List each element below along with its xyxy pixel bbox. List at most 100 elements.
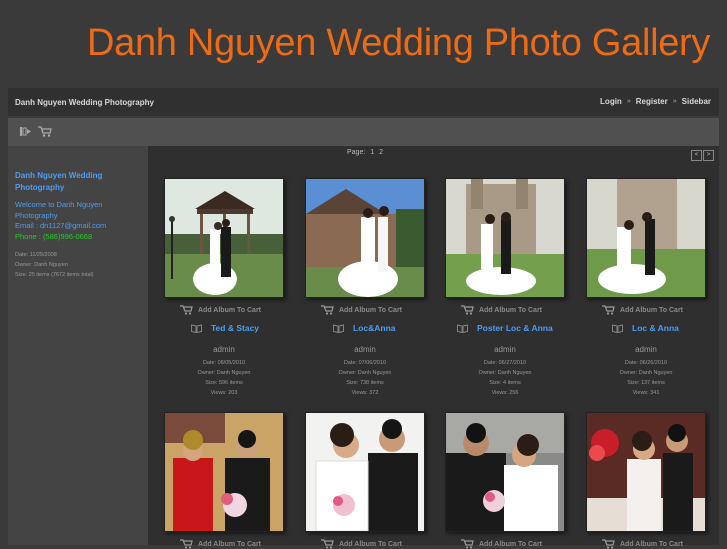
- site-title: Danh Nguyen Wedding Photo Gallery: [87, 22, 711, 64]
- album-title-link[interactable]: Ted & Stacy: [191, 323, 259, 333]
- add-album-to-cart[interactable]: Add Album To Cart: [602, 539, 683, 549]
- album-thumbnail[interactable]: [586, 412, 706, 532]
- add-album-to-cart[interactable]: Add Album To Cart: [180, 539, 261, 549]
- album-size: Size: 4 items: [489, 380, 521, 386]
- add-to-cart-label: Add Album To Cart: [479, 540, 542, 548]
- nav-links: Login » Register » Sidebar: [600, 97, 711, 106]
- album-title-link[interactable]: Loc&Anna: [333, 323, 396, 333]
- album-owner-line: Owner: Danh Nguyen: [197, 370, 251, 376]
- slideshow-icon[interactable]: [20, 126, 32, 137]
- wedding-photo-gazebo: [165, 179, 283, 297]
- cart-icon: [602, 539, 615, 549]
- sidebar-email[interactable]: Email : dn1127@gmail.com: [15, 220, 145, 231]
- album-meta: Date: 08/05/2010 Owner: Danh Nguyen Size…: [165, 358, 283, 398]
- wedding-photo-cathedral: [446, 179, 564, 297]
- add-album-to-cart[interactable]: Add Album To Cart: [321, 539, 402, 549]
- add-to-cart-label: Add Album To Cart: [198, 306, 261, 314]
- album-title[interactable]: Loc & Anna: [632, 323, 679, 333]
- add-album-to-cart[interactable]: Add Album To Cart: [602, 305, 683, 315]
- wedding-photo-bride-groom-portrait: [306, 413, 424, 531]
- album-views: Views: 372: [351, 390, 379, 396]
- add-to-cart-label: Add Album To Cart: [620, 540, 683, 548]
- add-to-cart-label: Add Album To Cart: [339, 540, 402, 548]
- page-link[interactable]: 1: [370, 149, 374, 156]
- sidebar: Danh Nguyen Wedding Photography Welcome …: [8, 146, 148, 545]
- cart-icon[interactable]: [38, 126, 52, 137]
- sidebar-owner: Owner: Danh Nguyen: [15, 262, 68, 268]
- wedding-photo-cathedral-dip: [587, 179, 705, 297]
- sidebar-welcome: Welcome to Danh Nguyen Photography: [15, 200, 103, 220]
- album-owner: admin: [635, 345, 657, 354]
- register-link[interactable]: Register: [636, 97, 668, 106]
- album-title-link[interactable]: Loc & Anna: [612, 323, 679, 333]
- album-thumbnail[interactable]: [445, 412, 565, 532]
- cart-icon: [321, 305, 334, 315]
- nav-separator: »: [672, 98, 677, 105]
- add-album-to-cart[interactable]: Add Album To Cart: [461, 539, 542, 549]
- cart-icon: [321, 539, 334, 549]
- album-book-icon: [457, 323, 468, 333]
- album-thumbnail[interactable]: [586, 178, 706, 298]
- cart-icon: [602, 305, 615, 315]
- album-date: Date: 08/05/2010: [202, 360, 246, 366]
- nav-separator: »: [626, 98, 631, 105]
- next-page-button[interactable]: >: [703, 150, 714, 161]
- sidebar-size: Size: 25 items (7672 items total): [15, 272, 94, 278]
- album-views: Views: 256: [491, 390, 519, 396]
- cart-icon: [461, 305, 474, 315]
- wedding-photo-reception: [587, 413, 705, 531]
- cart-icon: [180, 539, 193, 549]
- album-date: Date: 06/26/2010: [624, 360, 668, 366]
- cart-icon: [180, 305, 193, 315]
- album-title[interactable]: Loc&Anna: [353, 323, 396, 333]
- album-owner: admin: [354, 345, 376, 354]
- album-owner: admin: [494, 345, 516, 354]
- album-meta: Date: 06/27/2010 Owner: Danh Nguyen Size…: [446, 358, 564, 398]
- album-size: Size: 137 items: [627, 380, 665, 386]
- album-date: Date: 07/06/2010: [343, 360, 387, 366]
- album-thumbnail[interactable]: [445, 178, 565, 298]
- album-title[interactable]: Ted & Stacy: [211, 323, 259, 333]
- album-thumbnail[interactable]: [164, 412, 284, 532]
- album-thumbnail[interactable]: [305, 178, 425, 298]
- album-thumbnail[interactable]: [305, 412, 425, 532]
- album-size: Size: 738 items: [346, 380, 384, 386]
- sidebar-title[interactable]: Danh Nguyen Wedding Photography: [15, 170, 140, 194]
- sidebar-phone: Phone : (586)996-0668: [15, 232, 93, 241]
- sidebar-date: Date: 11/25/2008: [15, 252, 57, 258]
- album-owner: admin: [213, 345, 235, 354]
- pager-label: Page:: [347, 149, 366, 156]
- album-meta: Date: 07/06/2010 Owner: Danh Nguyen Size…: [306, 358, 424, 398]
- album-size: Size: 596 items: [205, 380, 243, 386]
- album-date: Date: 06/27/2010: [483, 360, 527, 366]
- album-owner-line: Owner: Danh Nguyen: [619, 370, 673, 376]
- add-to-cart-label: Add Album To Cart: [198, 540, 261, 548]
- album-owner-line: Owner: Danh Nguyen: [478, 370, 532, 376]
- sidebar-link[interactable]: Sidebar: [682, 97, 711, 106]
- add-to-cart-label: Add Album To Cart: [620, 306, 683, 314]
- album-views: Views: 203: [210, 390, 238, 396]
- wedding-photo-couple-outdoor: [446, 413, 564, 531]
- cart-icon: [461, 539, 474, 549]
- toolbar: [8, 118, 719, 146]
- top-nav-bar: Danh Nguyen Wedding Photography Login » …: [8, 88, 719, 116]
- wedding-photo-traditional: [165, 413, 283, 531]
- album-book-icon: [612, 323, 623, 333]
- add-to-cart-label: Add Album To Cart: [339, 306, 402, 314]
- wedding-photo-church: [306, 179, 424, 297]
- prev-page-button[interactable]: <: [691, 150, 702, 161]
- page-link[interactable]: 2: [379, 149, 383, 156]
- add-album-to-cart[interactable]: Add Album To Cart: [321, 305, 402, 315]
- album-thumbnail[interactable]: [164, 178, 284, 298]
- login-link[interactable]: Login: [600, 97, 622, 106]
- add-to-cart-label: Add Album To Cart: [479, 306, 542, 314]
- nav-brand[interactable]: Danh Nguyen Wedding Photography: [15, 98, 154, 107]
- album-views: Views: 341: [632, 390, 660, 396]
- pager: Page: 1 2: [344, 149, 383, 156]
- add-album-to-cart[interactable]: Add Album To Cart: [180, 305, 261, 315]
- album-title[interactable]: Poster Loc & Anna: [477, 323, 553, 333]
- add-album-to-cart[interactable]: Add Album To Cart: [461, 305, 542, 315]
- album-book-icon: [191, 323, 202, 333]
- album-meta: Date: 06/26/2010 Owner: Danh Nguyen Size…: [587, 358, 705, 398]
- album-title-link[interactable]: Poster Loc & Anna: [457, 323, 553, 333]
